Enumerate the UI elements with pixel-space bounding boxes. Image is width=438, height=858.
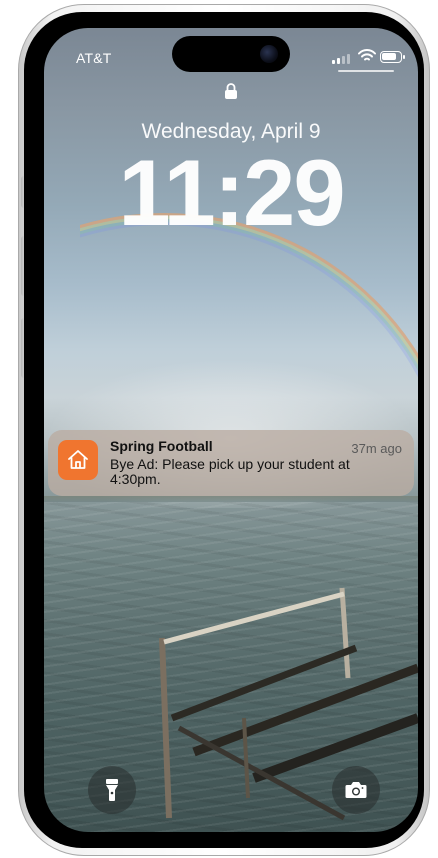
- wifi-icon: [358, 49, 376, 61]
- carrier-label: AT&T: [76, 50, 112, 66]
- battery-level: [382, 53, 396, 60]
- camera-button[interactable]: [332, 766, 380, 814]
- dynamic-island: [172, 36, 290, 72]
- status-icons: [322, 48, 406, 68]
- notification-time: 37m ago: [351, 441, 402, 456]
- lock-icon: [225, 83, 237, 99]
- notification-body: Bye Ad: Please pick up your student at 4…: [110, 456, 350, 487]
- battery-icon: [380, 51, 405, 63]
- lock-screen: AT&T Wednesday, April 9 11:29 Spring Foo…: [44, 28, 418, 832]
- notification-title: Spring Football: [110, 438, 213, 454]
- camera-icon: [345, 782, 367, 798]
- notification-card[interactable]: Spring Football 37m ago Bye Ad: Please p…: [48, 430, 414, 496]
- home-icon: [68, 450, 88, 469]
- front-camera: [260, 45, 278, 63]
- flashlight-button[interactable]: [88, 766, 136, 814]
- control-center-indicator[interactable]: [338, 70, 394, 72]
- flashlight-icon: [106, 779, 118, 801]
- lock-time: 11:29: [118, 140, 345, 245]
- app-icon: [58, 440, 98, 480]
